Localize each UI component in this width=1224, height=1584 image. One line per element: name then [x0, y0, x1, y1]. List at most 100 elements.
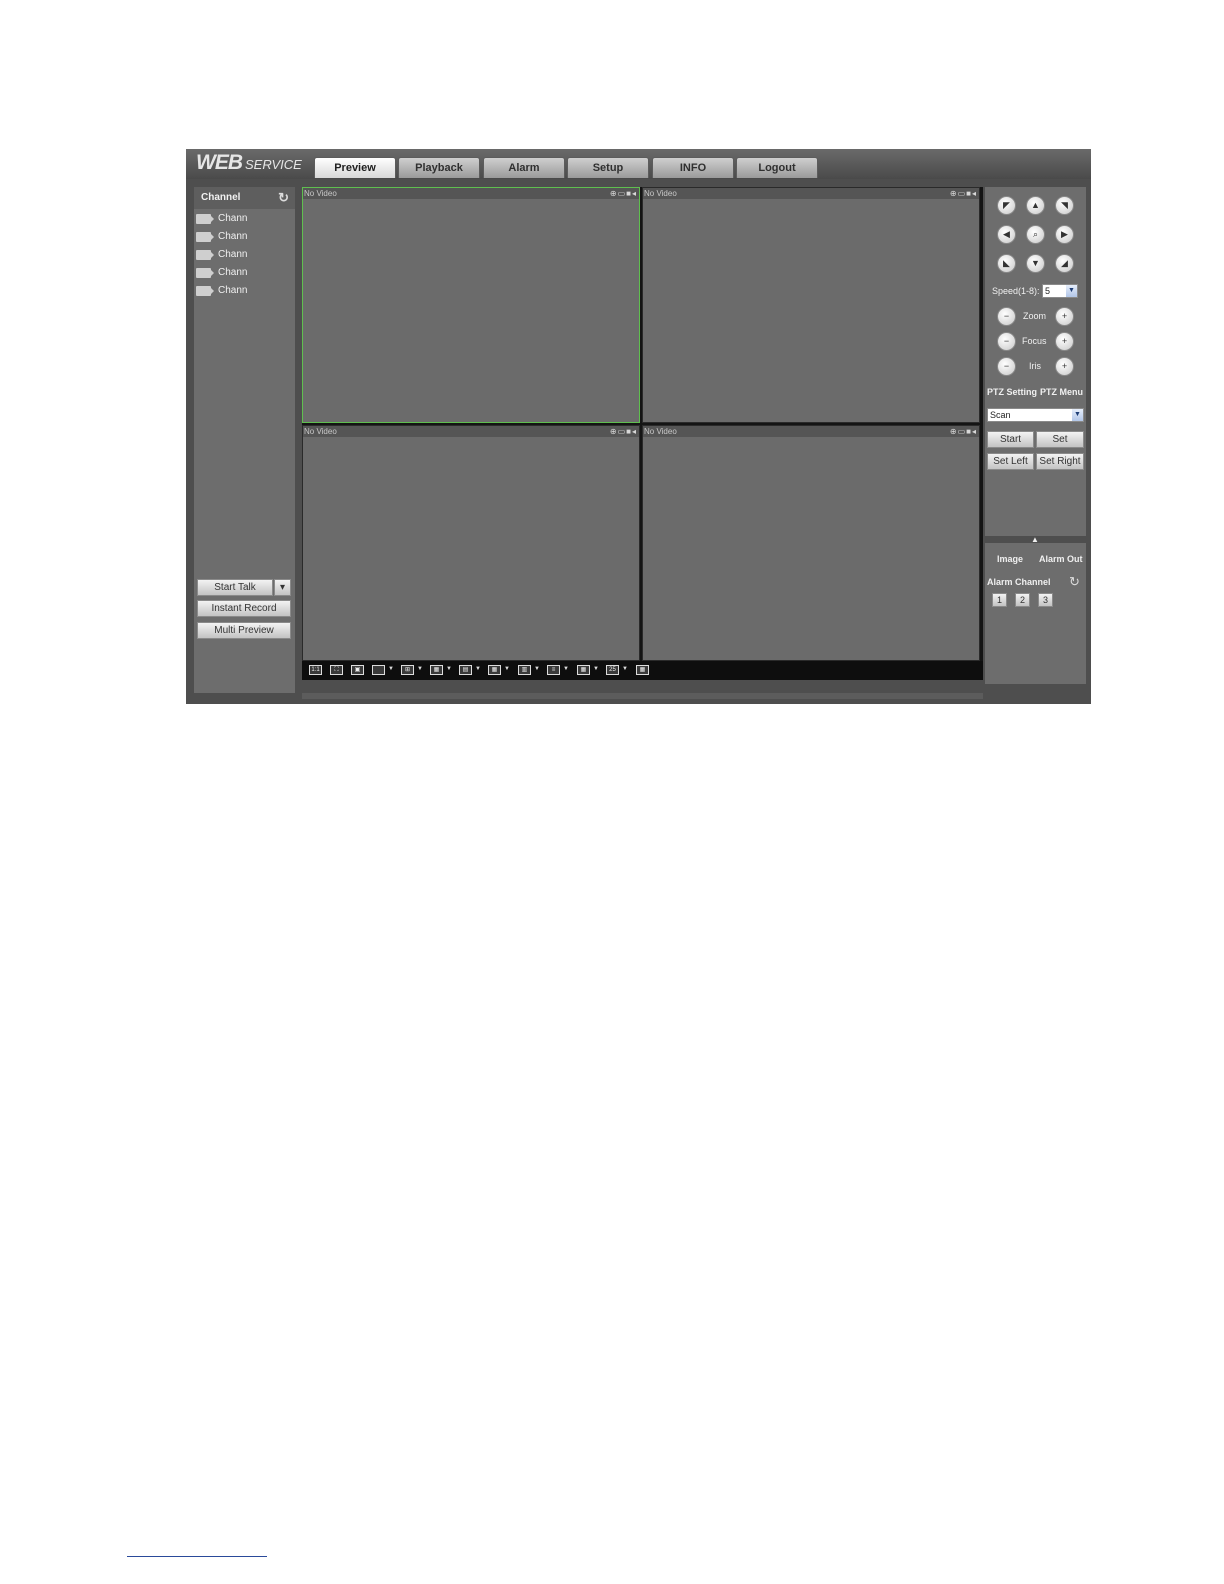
- channel-label: Chann: [218, 285, 248, 296]
- video-pane[interactable]: No Video ⊕▭■◂: [302, 425, 640, 661]
- chevron-down-icon[interactable]: ▼: [563, 666, 569, 672]
- set-button[interactable]: Set: [1036, 431, 1084, 448]
- snapshot-icon[interactable]: ▭: [618, 427, 627, 436]
- focus-plus-button[interactable]: +: [1055, 332, 1074, 351]
- alarm-channel-1-button[interactable]: 1: [992, 593, 1007, 607]
- zoom-icon[interactable]: ⊕: [950, 189, 958, 198]
- layout-toolbar: 1:1 ⛶ ▣ ▼ ⊞ ▼ ▦ ▼ ▤ ▼ ▦ ▼ ▥ ▼ ≡ ▼ ▦ ▼ 25 ▼ ▦: [302, 661, 983, 680]
- channel-label: Chann: [218, 267, 248, 278]
- camera-icon: [196, 214, 214, 224]
- focus-minus-button[interactable]: −: [997, 332, 1016, 351]
- set-right-button[interactable]: Set Right: [1036, 453, 1084, 470]
- channel-item[interactable]: Chann: [194, 264, 295, 282]
- layout-13-icon[interactable]: ▥: [518, 665, 531, 675]
- chevron-down-icon[interactable]: ▼: [446, 666, 452, 672]
- arrow-up-icon[interactable]: ▲: [1026, 196, 1045, 215]
- layout-16-icon[interactable]: ≡: [547, 665, 560, 675]
- tab-setup[interactable]: Setup: [567, 157, 649, 178]
- pane-tools: ⊕▭■◂: [950, 426, 977, 437]
- start-talk-button[interactable]: Start Talk: [197, 579, 273, 596]
- iris-minus-button[interactable]: −: [997, 357, 1016, 376]
- audio-icon[interactable]: ◂: [632, 189, 637, 198]
- chevron-down-icon[interactable]: ▼: [622, 666, 628, 672]
- layout-9-icon[interactable]: ▦: [488, 665, 501, 675]
- video-pane[interactable]: No Video ⊕▭■◂: [302, 187, 640, 423]
- arrow-down-icon[interactable]: ▼: [1026, 254, 1045, 273]
- ptz-mode-value: Scan: [990, 410, 1011, 420]
- fit-window-icon[interactable]: ▣: [351, 665, 364, 675]
- refresh-icon[interactable]: ↻: [278, 187, 289, 209]
- zoom-icon[interactable]: ⊕: [610, 427, 618, 436]
- ptz-mode-select[interactable]: Scan ▼: [987, 408, 1084, 422]
- arrow-right-icon[interactable]: ▶: [1055, 225, 1074, 244]
- pane-toolbar: [643, 426, 979, 437]
- zoom-icon[interactable]: ⊕: [950, 427, 958, 436]
- alarm-channel-3-button[interactable]: 3: [1038, 593, 1053, 607]
- arrow-up-left-icon[interactable]: ◤: [997, 196, 1016, 215]
- tab-logout[interactable]: Logout: [736, 157, 818, 178]
- channel-item[interactable]: Chann: [194, 210, 295, 228]
- instant-record-button[interactable]: Instant Record: [197, 600, 291, 617]
- tab-info[interactable]: INFO: [652, 157, 734, 178]
- tab-image[interactable]: Image: [997, 554, 1023, 564]
- tab-alarm[interactable]: Alarm: [483, 157, 565, 178]
- audio-icon[interactable]: ◂: [972, 427, 977, 436]
- original-size-icon[interactable]: 1:1: [309, 665, 322, 675]
- start-talk-dropdown[interactable]: ▾: [274, 579, 291, 596]
- channel-item[interactable]: Chann: [194, 228, 295, 246]
- tab-ptz-menu[interactable]: PTZ Menu: [1040, 387, 1083, 397]
- ptz-panel: ◤ ▲ ◥ ◀ ⌕ ▶ ◣ ▼ ◢ Speed(1-8): 5 ▼ − Zoom…: [985, 187, 1086, 536]
- pane-tools: ⊕▭■◂: [610, 426, 637, 437]
- tab-alarm-out[interactable]: Alarm Out: [1039, 554, 1083, 564]
- video-pane[interactable]: No Video ⊕▭■◂: [642, 425, 980, 661]
- layout-6-icon[interactable]: ▦: [430, 665, 443, 675]
- tab-preview[interactable]: Preview: [314, 157, 396, 178]
- audio-icon[interactable]: ◂: [972, 189, 977, 198]
- zoom-minus-button[interactable]: −: [997, 307, 1016, 326]
- snapshot-icon[interactable]: ▭: [618, 189, 627, 198]
- tab-ptz-setting[interactable]: PTZ Setting: [987, 387, 1037, 397]
- tab-playback[interactable]: Playback: [398, 157, 480, 178]
- speed-select[interactable]: 5 ▼: [1042, 284, 1078, 298]
- chevron-down-icon[interactable]: ▼: [417, 666, 423, 672]
- channel-sidebar: Channel ↻ Chann Chann Chann Chann Chann …: [194, 187, 295, 693]
- multi-preview-button[interactable]: Multi Preview: [197, 622, 291, 639]
- refresh-icon[interactable]: ↻: [1069, 574, 1080, 590]
- arrow-up-right-icon[interactable]: ◥: [1055, 196, 1074, 215]
- layout-4-icon[interactable]: ⊞: [401, 665, 414, 675]
- zoom-icon[interactable]: ⊕: [610, 189, 618, 198]
- iris-plus-button[interactable]: +: [1055, 357, 1074, 376]
- alarm-channel-2-button[interactable]: 2: [1015, 593, 1030, 607]
- video-pane[interactable]: No Video ⊕▭■◂: [642, 187, 980, 423]
- top-bar: WEB SERVICE Preview Playback Alarm Setup …: [186, 149, 1091, 179]
- full-screen-icon[interactable]: ⛶: [330, 665, 343, 675]
- chevron-down-icon[interactable]: ▼: [475, 666, 481, 672]
- channel-item[interactable]: Chann: [194, 282, 295, 300]
- channel-item[interactable]: Chann: [194, 246, 295, 264]
- alarm-panel: Image Alarm Out Alarm Channel ↻ 1 2 3: [985, 543, 1086, 684]
- ptz-center-icon[interactable]: ⌕: [1026, 225, 1045, 244]
- set-left-button[interactable]: Set Left: [987, 453, 1034, 470]
- audio-icon[interactable]: ◂: [632, 427, 637, 436]
- chevron-down-icon[interactable]: ▼: [504, 666, 510, 672]
- layout-20-icon[interactable]: ▦: [577, 665, 590, 675]
- chevron-down-icon[interactable]: ▼: [593, 666, 599, 672]
- horizontal-scrollbar[interactable]: [302, 693, 983, 699]
- zoom-plus-button[interactable]: +: [1055, 307, 1074, 326]
- arrow-left-icon[interactable]: ◀: [997, 225, 1016, 244]
- pane-toolbar: [643, 188, 979, 199]
- arrow-down-right-icon[interactable]: ◢: [1055, 254, 1074, 273]
- pane-tools: ⊕▭■◂: [610, 188, 637, 199]
- layout-1-icon[interactable]: [372, 665, 385, 675]
- layout-25-icon[interactable]: 25: [606, 665, 619, 675]
- layout-36-icon[interactable]: ▦: [636, 665, 649, 675]
- snapshot-icon[interactable]: ▭: [958, 427, 967, 436]
- start-button[interactable]: Start: [987, 431, 1034, 448]
- chevron-down-icon[interactable]: ▼: [388, 666, 394, 672]
- logo-word: WEB: [196, 151, 243, 174]
- pane-tools: ⊕▭■◂: [950, 188, 977, 199]
- chevron-down-icon[interactable]: ▼: [534, 666, 540, 672]
- arrow-down-left-icon[interactable]: ◣: [997, 254, 1016, 273]
- layout-8-icon[interactable]: ▤: [459, 665, 472, 675]
- snapshot-icon[interactable]: ▭: [958, 189, 967, 198]
